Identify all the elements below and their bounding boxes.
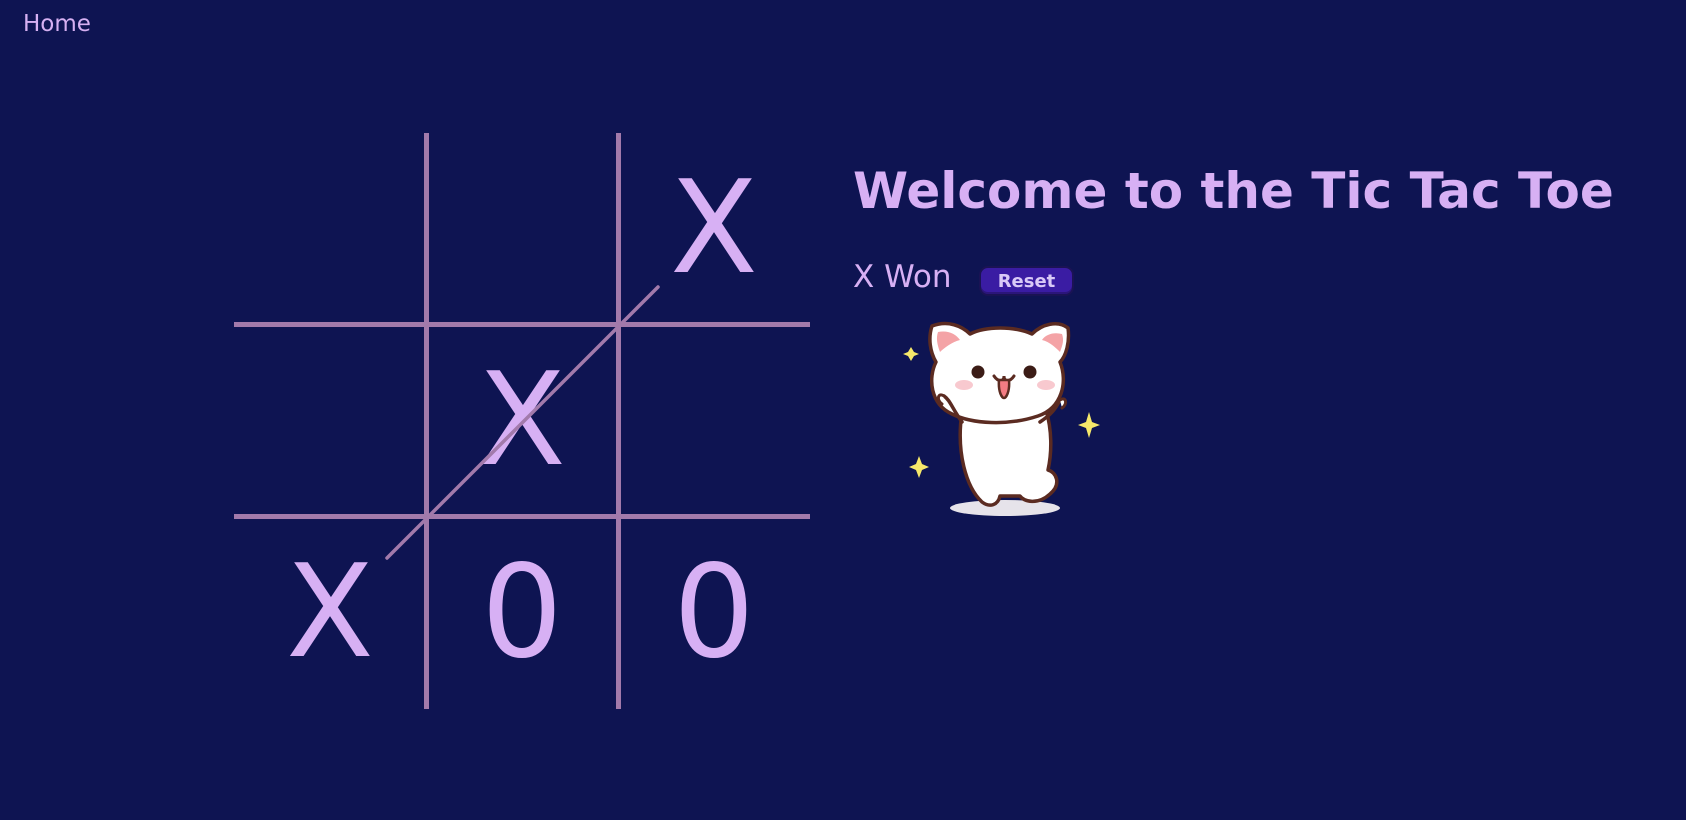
page-title: Welcome to the Tic Tac Toe: [853, 162, 1614, 220]
board-cell-5[interactable]: X: [426, 325, 618, 517]
board-cell-6[interactable]: [618, 325, 810, 517]
board-cell-8[interactable]: 0: [426, 517, 618, 709]
reset-button[interactable]: Reset: [979, 266, 1074, 296]
game-board: X X X 0 0: [234, 133, 810, 709]
board-cell-2[interactable]: [426, 133, 618, 325]
happy-cat-icon: [903, 321, 1100, 516]
board-cell-3[interactable]: X: [618, 133, 810, 325]
board-cell-4[interactable]: [234, 325, 426, 517]
home-link[interactable]: Home: [23, 11, 91, 37]
board-cell-7[interactable]: X: [234, 517, 426, 709]
game-status: X Won: [853, 259, 952, 295]
board-cell-9[interactable]: 0: [618, 517, 810, 709]
page: Home X X X 0 0 Welcome to the Tic Tac To…: [0, 0, 1686, 820]
board-cell-1[interactable]: [234, 133, 426, 325]
